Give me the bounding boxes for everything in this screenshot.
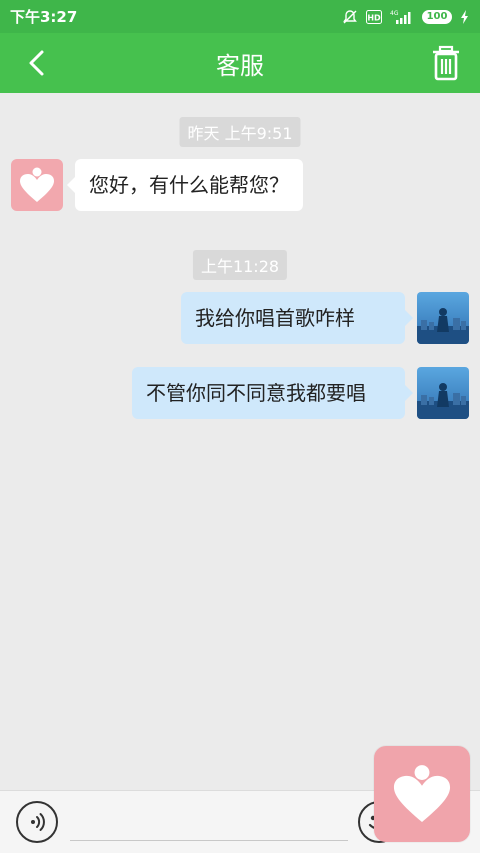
svg-text:HD: HD (367, 13, 381, 22)
floating-app-widget[interactable] (374, 746, 470, 842)
outgoing-message[interactable]: 不管你同不同意我都要唱 (132, 367, 413, 419)
user-avatar[interactable] (417, 367, 469, 419)
message-timestamp: 昨天 上午9:51 (179, 117, 301, 147)
heart-logo-icon (393, 765, 451, 823)
signal-icon: 4G (390, 9, 414, 25)
heart-logo-icon (20, 167, 54, 202)
message-timestamp: 上午11:28 (192, 250, 288, 280)
trash-icon (433, 45, 459, 81)
title-bar: 客服 (0, 33, 480, 93)
page-title: 客服 (216, 51, 264, 80)
status-icons: HD 4G 100 (342, 9, 470, 25)
mute-icon (342, 9, 358, 25)
voice-icon (31, 813, 45, 831)
status-time: 下午3:27 (10, 8, 78, 26)
service-avatar[interactable] (11, 159, 63, 211)
message-input[interactable] (70, 803, 348, 841)
chevron-left-icon (29, 50, 44, 76)
incoming-message[interactable]: 您好，有什么能帮您？ (67, 159, 303, 211)
status-bar: 下午3:27 HD 4G 100 (0, 0, 480, 33)
hd-icon: HD (366, 9, 382, 25)
charging-icon (460, 9, 470, 25)
voice-button[interactable] (16, 801, 58, 843)
delete-button[interactable] (430, 45, 462, 81)
battery-indicator: 100 (422, 9, 452, 24)
user-avatar[interactable] (417, 292, 469, 344)
network-label: 4G (390, 10, 399, 17)
chat-area[interactable]: 昨天 上午9:51 您好，有什么能帮您？ 上午11:28 我给你唱首歌咋样 不管… (0, 93, 480, 790)
back-button[interactable] (22, 47, 54, 79)
outgoing-message[interactable]: 我给你唱首歌咋样 (181, 292, 413, 344)
